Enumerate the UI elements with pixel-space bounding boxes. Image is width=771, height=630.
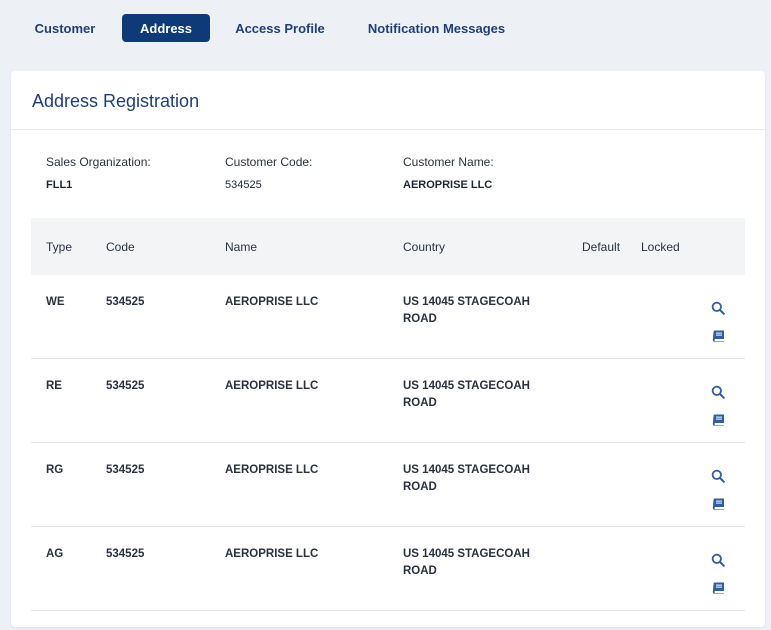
tab-customer[interactable]: Customer <box>24 14 106 42</box>
tab-access-profile[interactable]: Access Profile <box>230 14 330 42</box>
tab-address[interactable]: Address <box>122 14 210 42</box>
cell-name: AEROPRISE LLC <box>225 380 319 392</box>
cell-type: AG <box>46 548 64 560</box>
address-registration-card: Address Registration Sales Organization:… <box>11 71 765 627</box>
cell-name: AEROPRISE LLC <box>225 296 319 308</box>
table-row: RE 534525 AEROPRISE LLC US 14045 STAGECO… <box>31 359 745 443</box>
book-icon[interactable] <box>710 580 726 596</box>
title-divider <box>11 129 765 130</box>
cell-code: 534525 <box>106 296 145 308</box>
table-row: RG 534525 AEROPRISE LLC US 14045 STAGECO… <box>31 443 745 527</box>
cell-code: 534525 <box>106 380 145 392</box>
book-icon[interactable] <box>710 412 726 428</box>
search-icon[interactable] <box>710 552 726 568</box>
tab-bar: Customer Address Access Profile Notifica… <box>0 0 771 60</box>
customer-code-value: 534525 <box>225 179 262 191</box>
cell-type: WE <box>46 296 65 308</box>
table-row: WE 534525 AEROPRISE LLC US 14045 STAGECO… <box>31 275 745 359</box>
cell-country: US 14045 STAGECOAH ROAD <box>403 464 530 493</box>
cell-type: RG <box>46 464 64 476</box>
column-header-locked: Locked <box>641 240 680 254</box>
sales-organization-label: Sales Organization: <box>46 155 151 169</box>
page-title: Address Registration <box>32 91 200 111</box>
cell-code: 534525 <box>106 464 145 476</box>
customer-name-value: AEROPRISE LLC <box>403 179 493 191</box>
customer-name-label: Customer Name: <box>403 155 494 169</box>
column-header-name: Name <box>225 240 258 254</box>
column-header-default: Default <box>582 240 621 254</box>
cell-name: AEROPRISE LLC <box>225 464 319 476</box>
cell-country: US 14045 STAGECOAH ROAD <box>403 548 530 577</box>
table-row: AG 534525 AEROPRISE LLC US 14045 STAGECO… <box>31 527 745 611</box>
cell-type: RE <box>46 380 62 392</box>
column-header-type: Type <box>46 240 73 254</box>
book-icon[interactable] <box>710 328 726 344</box>
tab-notification-messages[interactable]: Notification Messages <box>364 14 509 42</box>
cell-name: AEROPRISE LLC <box>225 548 319 560</box>
column-header-code: Code <box>106 240 135 254</box>
column-header-country: Country <box>403 240 446 254</box>
cell-country: US 14045 STAGECOAH ROAD <box>403 380 530 409</box>
cell-country: US 14045 STAGECOAH ROAD <box>403 296 530 325</box>
search-icon[interactable] <box>710 300 726 316</box>
search-icon[interactable] <box>710 468 726 484</box>
table-header: Type Code Name Country Default Locked <box>31 218 745 275</box>
book-icon[interactable] <box>710 496 726 512</box>
customer-code-label: Customer Code: <box>225 155 313 169</box>
cell-code: 534525 <box>106 548 145 560</box>
sales-organization-value: FLL1 <box>46 179 73 191</box>
search-icon[interactable] <box>710 384 726 400</box>
